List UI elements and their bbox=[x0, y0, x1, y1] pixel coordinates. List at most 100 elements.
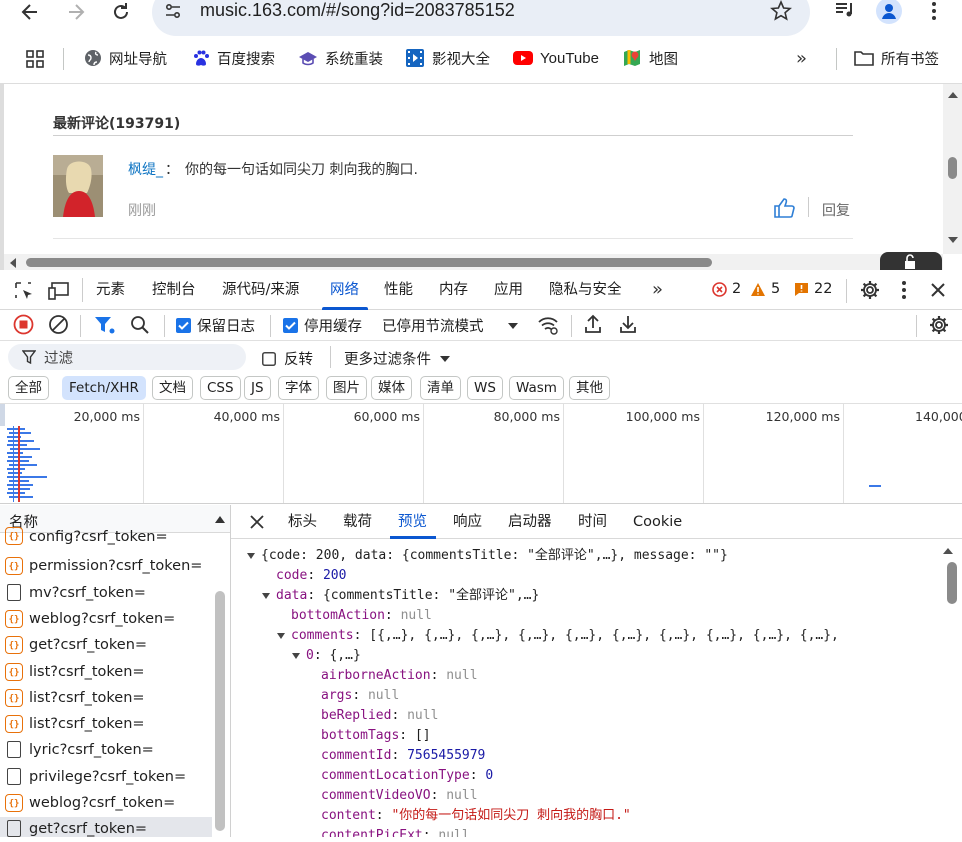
request-row[interactable]: {} list?csrf_token= bbox=[5, 659, 210, 685]
type-filter-chip[interactable]: 清单 bbox=[420, 376, 461, 400]
devtools-tab[interactable]: 性能 bbox=[384, 270, 413, 310]
search-icon[interactable] bbox=[130, 315, 150, 335]
bookmark-item[interactable]: YouTube bbox=[513, 44, 599, 72]
bookmark-item[interactable]: 影视大全 bbox=[405, 44, 490, 72]
unlock-icon[interactable] bbox=[880, 252, 942, 271]
device-toolbar-icon[interactable] bbox=[48, 281, 70, 301]
star-icon[interactable] bbox=[770, 0, 792, 22]
preview-scrollbar-thumb[interactable] bbox=[947, 562, 957, 604]
type-filter-chip[interactable]: 图片 bbox=[326, 376, 367, 400]
network-settings-gear-icon[interactable] bbox=[928, 314, 950, 336]
import-har-icon[interactable] bbox=[584, 314, 602, 334]
disable-cache-checkbox[interactable]: 停用缓存 bbox=[283, 315, 362, 336]
throttling-select[interactable]: 已停用节流模式 bbox=[382, 315, 518, 336]
kebab-menu-icon[interactable] bbox=[926, 0, 942, 22]
type-filter-chip[interactable]: WS bbox=[467, 376, 503, 400]
type-filter-chip[interactable]: 文档 bbox=[152, 376, 193, 400]
request-row[interactable]: {} weblog?csrf_token= bbox=[5, 606, 210, 632]
request-row[interactable]: mv?csrf_token= bbox=[5, 580, 210, 606]
url-text[interactable]: music.163.com/#/song?id=2083785152 bbox=[200, 0, 515, 21]
request-list-scrollbar-thumb[interactable] bbox=[215, 591, 225, 831]
bookmark-item[interactable]: 地图 bbox=[622, 44, 678, 72]
request-row[interactable]: {} weblog?csrf_token= bbox=[5, 790, 210, 816]
type-filter-chip[interactable]: 媒体 bbox=[371, 376, 412, 400]
more-filters-dropdown[interactable]: 更多过滤条件 bbox=[344, 348, 450, 369]
json-data-line[interactable]: data: {commentsTitle: "全部评论",…} bbox=[262, 586, 539, 606]
page-horizontal-scrollbar[interactable] bbox=[4, 254, 943, 271]
request-row[interactable]: {} config?csrf_token= bbox=[5, 527, 210, 545]
scrollbar-thumb[interactable] bbox=[948, 157, 957, 179]
detail-tab[interactable]: 载荷 bbox=[343, 505, 372, 539]
type-filter-chip[interactable]: 全部 bbox=[8, 376, 49, 400]
profile-avatar[interactable] bbox=[876, 0, 902, 24]
request-row[interactable]: {} list?csrf_token= bbox=[5, 685, 210, 711]
devtools-tab[interactable]: 元素 bbox=[96, 270, 125, 310]
request-row[interactable]: lyric?csrf_token= bbox=[5, 737, 210, 763]
warning-counter[interactable]: 5 bbox=[750, 281, 780, 297]
detail-tab[interactable]: 标头 bbox=[288, 505, 317, 539]
export-har-icon[interactable] bbox=[619, 314, 637, 334]
detail-tab[interactable]: 时间 bbox=[578, 505, 607, 539]
type-filter-chip[interactable]: 其他 bbox=[569, 376, 610, 400]
preserve-log-checkbox[interactable]: 保留日志 bbox=[176, 315, 255, 336]
request-row[interactable]: {} permission?csrf_token= bbox=[5, 553, 210, 579]
type-filter-chip[interactable]: JS bbox=[244, 376, 271, 400]
json-comments-line[interactable]: comments: [{,…}, {,…}, {,…}, {,…}, {,…},… bbox=[277, 626, 839, 646]
type-filter-chip[interactable]: 字体 bbox=[278, 376, 319, 400]
media-playlist-icon[interactable] bbox=[834, 0, 856, 20]
thumbs-up-icon[interactable] bbox=[773, 197, 795, 219]
type-filter-chip[interactable]: CSS bbox=[200, 376, 241, 400]
scroll-up-arrow-icon[interactable] bbox=[948, 92, 958, 98]
comment-username[interactable]: 枫缇_ bbox=[128, 159, 163, 179]
json-item0-line[interactable]: 0: {,…} bbox=[292, 646, 361, 666]
back-arrow-icon[interactable] bbox=[20, 2, 40, 22]
devtools-tab[interactable]: 网络 bbox=[330, 270, 359, 310]
detail-tab[interactable]: Cookie bbox=[633, 505, 682, 539]
invert-checkbox[interactable]: 反转 bbox=[262, 348, 313, 369]
more-tabs-chevron-icon[interactable]: » bbox=[652, 279, 663, 300]
chevron-right-double-icon[interactable]: » bbox=[796, 48, 807, 69]
detail-tab[interactable]: 响应 bbox=[453, 505, 482, 539]
reload-icon[interactable] bbox=[110, 1, 132, 23]
bookmark-item[interactable]: 网址导航 bbox=[84, 44, 167, 72]
inspect-element-icon[interactable] bbox=[14, 281, 34, 301]
issues-counter[interactable]: 22 bbox=[794, 281, 832, 297]
filter-funnel-icon[interactable] bbox=[94, 315, 116, 335]
bookmark-item[interactable]: 系统重装 bbox=[298, 44, 383, 72]
forward-arrow-icon[interactable] bbox=[66, 2, 86, 22]
scroll-down-arrow-icon[interactable] bbox=[948, 237, 958, 243]
request-row[interactable]: get?csrf_token= bbox=[5, 816, 210, 842]
network-conditions-wifi-icon[interactable] bbox=[537, 315, 559, 335]
clear-icon[interactable] bbox=[48, 314, 69, 335]
devtools-tab[interactable]: 控制台 bbox=[152, 270, 196, 310]
detail-tab[interactable]: 预览 bbox=[398, 505, 427, 539]
page-vertical-scrollbar[interactable] bbox=[943, 84, 962, 254]
settings-gear-icon[interactable] bbox=[859, 279, 881, 301]
all-bookmarks-button[interactable]: 所有书签 bbox=[854, 44, 939, 72]
request-row[interactable]: privilege?csrf_token= bbox=[5, 764, 210, 790]
detail-tab[interactable]: 启动器 bbox=[508, 505, 552, 539]
apps-grid-icon[interactable] bbox=[26, 50, 44, 68]
sort-ascending-icon[interactable] bbox=[215, 516, 225, 523]
request-row[interactable]: {} list?csrf_token= bbox=[5, 711, 210, 737]
record-stop-icon[interactable] bbox=[13, 314, 34, 335]
devtools-tab[interactable]: 隐私与安全 bbox=[549, 270, 622, 310]
devtools-tab[interactable]: 内存 bbox=[439, 270, 468, 310]
reply-button[interactable]: 回复 bbox=[822, 200, 850, 220]
filter-input[interactable]: 过滤 bbox=[8, 344, 246, 370]
scroll-left-arrow-icon[interactable] bbox=[10, 258, 16, 268]
json-root-line[interactable]: {code: 200, data: {commentsTitle: "全部评论"… bbox=[247, 546, 728, 566]
error-counter[interactable]: 2 bbox=[712, 281, 741, 297]
close-detail-icon[interactable] bbox=[249, 514, 265, 530]
site-info-icon[interactable] bbox=[164, 2, 182, 20]
request-row[interactable]: {} get?csrf_token= bbox=[5, 632, 210, 658]
type-filter-chip[interactable]: Fetch/XHR bbox=[62, 376, 146, 400]
scrollbar-thumb[interactable] bbox=[26, 258, 712, 267]
bookmark-item[interactable]: 百度搜索 bbox=[192, 44, 275, 72]
user-avatar[interactable] bbox=[53, 155, 103, 217]
type-filter-chip[interactable]: Wasm bbox=[509, 376, 564, 400]
devtools-tab[interactable]: 应用 bbox=[494, 270, 523, 310]
devtools-tab[interactable]: 源代码/来源 bbox=[222, 270, 299, 310]
scroll-up-arrow-icon[interactable] bbox=[943, 548, 953, 554]
address-bar[interactable]: music.163.com/#/song?id=2083785152 bbox=[152, 0, 810, 36]
